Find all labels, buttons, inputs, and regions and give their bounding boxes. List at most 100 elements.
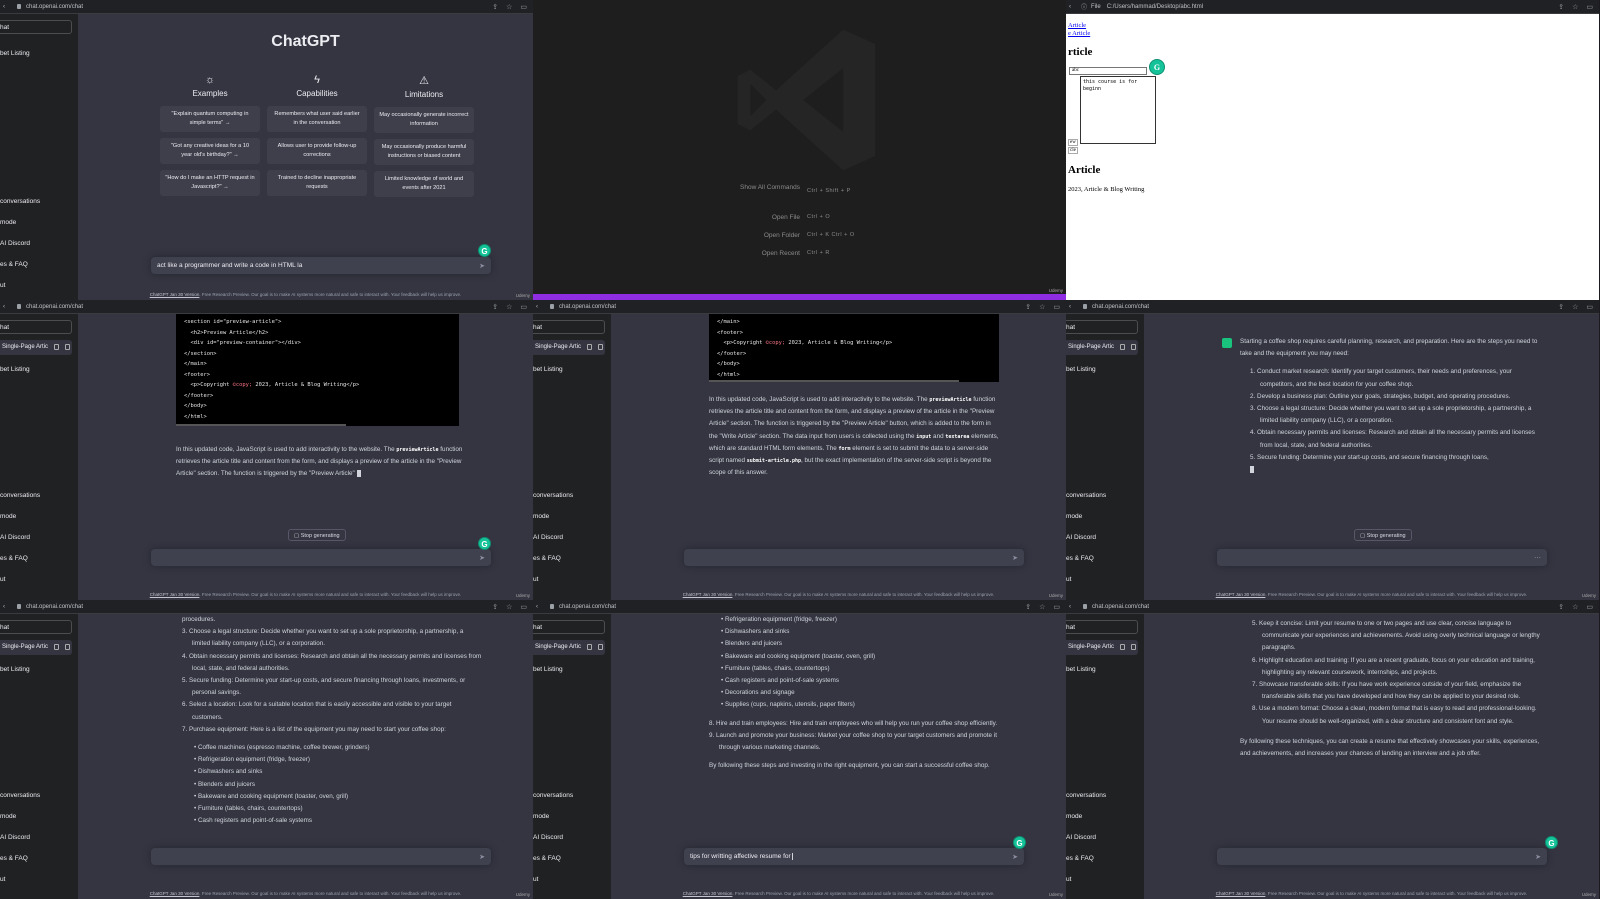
- welcome-card[interactable]: "Explain quantum computing in simple ter…: [160, 106, 260, 132]
- submit-button[interactable]: cle: [1068, 147, 1078, 154]
- back-icon[interactable]: ‹: [1069, 604, 1071, 610]
- window-icon[interactable]: ▭: [1053, 603, 1060, 611]
- discord-link[interactable]: AI Discord: [0, 834, 30, 841]
- dark-mode-button[interactable]: mode: [1066, 813, 1082, 820]
- vscode-command-label[interactable]: Open Folder: [740, 232, 800, 240]
- new-chat-button[interactable]: hat: [533, 620, 605, 634]
- dark-mode-button[interactable]: mode: [533, 513, 549, 520]
- send-icon[interactable]: ➤: [1012, 554, 1018, 562]
- share-icon[interactable]: ⇪: [1558, 603, 1564, 611]
- footer-version-link[interactable]: ChatGPT Jan 30 Version: [683, 592, 733, 597]
- logout-button[interactable]: ut: [533, 876, 538, 883]
- window-icon[interactable]: ▭: [520, 303, 527, 311]
- content-textarea[interactable]: this course is for beginn: [1080, 76, 1156, 144]
- send-icon[interactable]: ➤: [1012, 853, 1018, 861]
- back-icon[interactable]: ‹: [1069, 4, 1071, 10]
- new-chat-button[interactable]: hat: [1066, 320, 1138, 334]
- dark-mode-button[interactable]: mode: [0, 219, 16, 226]
- prompt-input[interactable]: act like a programmer and write a code i…: [151, 257, 491, 274]
- edit-icon[interactable]: [54, 344, 59, 350]
- star-icon[interactable]: ☆: [506, 3, 512, 11]
- share-icon[interactable]: ⇪: [492, 3, 498, 11]
- nav-link-preview[interactable]: e Article: [1068, 30, 1090, 37]
- grammarly-icon[interactable]: G: [478, 537, 491, 550]
- faq-link[interactable]: es & FAQ: [1066, 855, 1094, 862]
- sidebar-item-listing[interactable]: bet Listing: [1066, 666, 1096, 673]
- prompt-input[interactable]: ➤: [151, 848, 491, 865]
- stop-generating-button[interactable]: ▢ Stop generating: [288, 529, 346, 541]
- window-icon[interactable]: ▭: [520, 603, 527, 611]
- share-icon[interactable]: ⇪: [492, 603, 498, 611]
- discord-link[interactable]: AI Discord: [533, 534, 563, 541]
- faq-link[interactable]: es & FAQ: [533, 555, 561, 562]
- footer-version-link[interactable]: ChatGPT Jan 30 Version: [683, 891, 733, 896]
- window-icon[interactable]: ▭: [1586, 603, 1593, 611]
- prompt-input[interactable]: ➤: [1217, 848, 1547, 865]
- back-icon[interactable]: ‹: [3, 304, 5, 310]
- send-icon[interactable]: ➤: [479, 554, 485, 562]
- sidebar-item-listing[interactable]: bet Listing: [533, 666, 563, 673]
- window-icon[interactable]: ▭: [1586, 303, 1593, 311]
- dark-mode-button[interactable]: mode: [0, 513, 16, 520]
- url-field[interactable]: chat.openai.com/chat: [559, 304, 616, 310]
- trash-icon[interactable]: [598, 344, 603, 350]
- send-icon[interactable]: ➤: [479, 262, 485, 270]
- vscode-command-label[interactable]: Show All Commands: [740, 184, 800, 192]
- url-field[interactable]: chat.openai.com/chat: [1092, 604, 1149, 610]
- back-icon[interactable]: ‹: [536, 604, 538, 610]
- trash-icon[interactable]: [1131, 344, 1136, 350]
- logout-button[interactable]: ut: [0, 876, 5, 883]
- nav-link-write[interactable]: Article: [1068, 22, 1086, 29]
- discord-link[interactable]: AI Discord: [533, 834, 563, 841]
- faq-link[interactable]: es & FAQ: [533, 855, 561, 862]
- prompt-input[interactable]: ➤: [684, 549, 1024, 566]
- welcome-card[interactable]: "Got any creative ideas for a 10 year ol…: [160, 138, 260, 164]
- discord-link[interactable]: AI Discord: [1066, 534, 1096, 541]
- vscode-command-label[interactable]: Open Recent: [740, 250, 800, 258]
- sidebar-item-current-chat[interactable]: Single-Page Artic: [533, 640, 605, 655]
- clear-conversations-button[interactable]: conversations: [533, 792, 573, 799]
- dark-mode-button[interactable]: mode: [533, 813, 549, 820]
- trash-icon[interactable]: [65, 644, 70, 650]
- logout-button[interactable]: ut: [0, 576, 5, 583]
- code-scrollbar[interactable]: [176, 424, 346, 426]
- clear-conversations-button[interactable]: conversations: [0, 198, 40, 205]
- grammarly-icon[interactable]: G: [1149, 59, 1165, 75]
- edit-icon[interactable]: [1120, 344, 1125, 350]
- send-icon[interactable]: ⋯: [1534, 554, 1541, 562]
- url-field[interactable]: chat.openai.com/chat: [559, 604, 616, 610]
- clear-conversations-button[interactable]: conversations: [533, 492, 573, 499]
- code-scrollbar[interactable]: [709, 380, 959, 382]
- footer-version-link[interactable]: ChatGPT Jan 30 Version: [150, 592, 200, 597]
- star-icon[interactable]: ☆: [1572, 603, 1578, 611]
- share-icon[interactable]: ⇪: [1558, 303, 1564, 311]
- share-icon[interactable]: ⇪: [1025, 603, 1031, 611]
- discord-link[interactable]: AI Discord: [0, 534, 30, 541]
- grammarly-icon[interactable]: G: [478, 244, 491, 257]
- share-icon[interactable]: ⇪: [1025, 303, 1031, 311]
- edit-icon[interactable]: [587, 644, 592, 650]
- sidebar-item-current-chat[interactable]: Single-Page Artic: [0, 640, 72, 655]
- clear-conversations-button[interactable]: conversations: [1066, 492, 1106, 499]
- vscode-command-label[interactable]: Open File: [740, 214, 800, 222]
- sidebar-item-current-chat[interactable]: Single-Page Artic: [0, 340, 72, 355]
- sidebar-item-listing[interactable]: bet Listing: [0, 666, 30, 673]
- new-chat-button[interactable]: hat: [0, 20, 72, 34]
- faq-link[interactable]: es & FAQ: [1066, 555, 1094, 562]
- url-field[interactable]: chat.openai.com/chat: [1092, 304, 1149, 310]
- sidebar-item-current-chat[interactable]: Single-Page Artic: [1066, 640, 1138, 655]
- welcome-card[interactable]: "How do I make an HTTP request in Javasc…: [160, 170, 260, 196]
- back-icon[interactable]: ‹: [536, 304, 538, 310]
- preview-button[interactable]: ew: [1068, 139, 1078, 146]
- share-icon[interactable]: ⇪: [1558, 3, 1564, 11]
- star-icon[interactable]: ☆: [506, 303, 512, 311]
- logout-button[interactable]: ut: [1066, 876, 1071, 883]
- star-icon[interactable]: ☆: [1572, 303, 1578, 311]
- window-icon[interactable]: ▭: [1586, 3, 1593, 11]
- grammarly-icon[interactable]: G: [1013, 836, 1026, 849]
- star-icon[interactable]: ☆: [1039, 303, 1045, 311]
- edit-icon[interactable]: [54, 644, 59, 650]
- edit-icon[interactable]: [1120, 644, 1125, 650]
- new-chat-button[interactable]: hat: [1066, 620, 1138, 634]
- url-field[interactable]: C:/Users/hammad/Desktop/abc.html: [1107, 4, 1203, 10]
